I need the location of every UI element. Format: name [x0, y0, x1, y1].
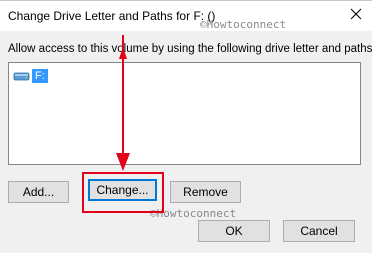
cancel-button[interactable]: Cancel	[283, 220, 355, 242]
drive-icon	[13, 72, 30, 81]
dialog-title: Change Drive Letter and Paths for F: ()	[8, 9, 216, 23]
ok-button[interactable]: OK	[198, 220, 270, 242]
drive-path-list[interactable]: F:	[8, 62, 361, 165]
change-drive-letter-dialog: Change Drive Letter and Paths for F: () …	[0, 0, 372, 253]
close-icon[interactable]	[348, 6, 364, 22]
add-button[interactable]: Add...	[8, 181, 69, 203]
instruction-text: Allow access to this volume by using the…	[8, 43, 372, 55]
highlight-box	[82, 172, 164, 213]
list-item[interactable]: F:	[13, 69, 48, 83]
red-arrow-icon	[116, 35, 130, 171]
remove-button[interactable]: Remove	[170, 181, 241, 203]
title-bar: Change Drive Letter and Paths for F: () …	[0, 1, 372, 31]
watermark-top: ©Howtoconnect	[200, 18, 287, 31]
list-item-label: F:	[32, 69, 48, 83]
